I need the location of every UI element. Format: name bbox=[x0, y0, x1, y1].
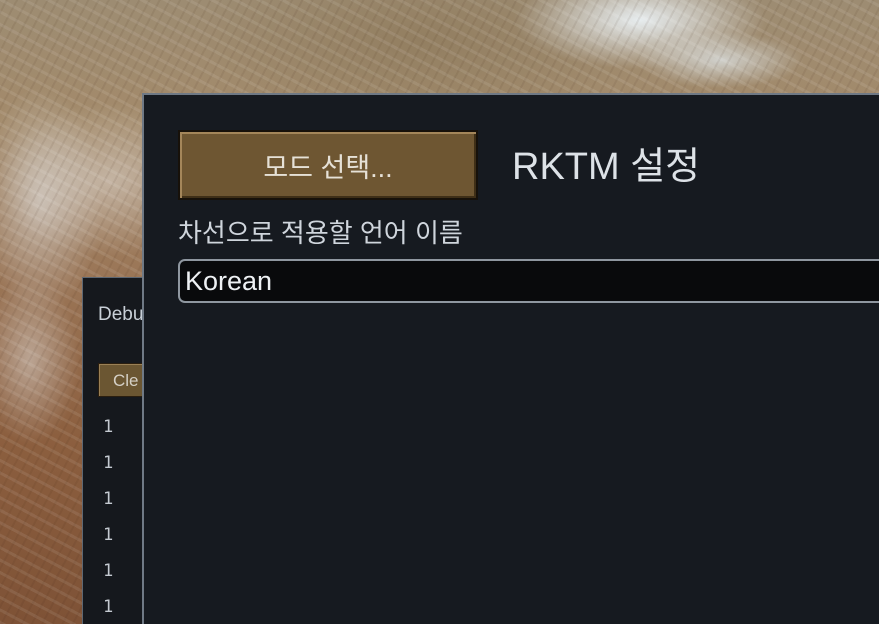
debug-log-line: 1 bbox=[103, 453, 114, 473]
debug-log-list: 1 1 1 1 1 1 bbox=[103, 416, 113, 624]
mode-select-button-label: 모드 선택... bbox=[263, 152, 393, 183]
debug-log-line: 1 bbox=[103, 597, 114, 617]
debug-log-line: 1 bbox=[103, 417, 114, 437]
settings-window: 모드 선택... RKTM 설정 차선으로 적용할 언어 이름 bbox=[142, 93, 879, 624]
debug-log-line: 1 bbox=[103, 525, 114, 545]
settings-window-title: RKTM 설정 bbox=[512, 146, 701, 188]
mode-select-button[interactable]: 모드 선택... bbox=[178, 130, 478, 200]
debug-log-line: 1 bbox=[103, 561, 114, 581]
language-field-label: 차선으로 적용할 언어 이름 bbox=[178, 218, 463, 248]
debug-log-line: 1 bbox=[103, 489, 114, 509]
language-name-input[interactable] bbox=[178, 259, 879, 303]
debug-window-title: Debu bbox=[98, 304, 144, 325]
